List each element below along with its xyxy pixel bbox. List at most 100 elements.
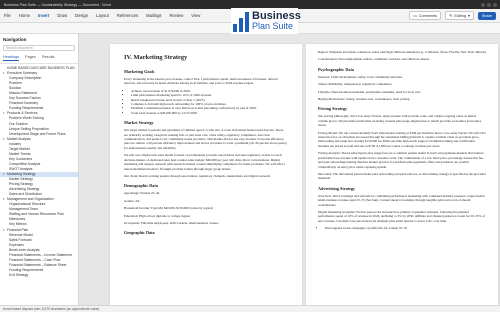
document-page-right[interactable]: Region: Suburban and urban counties in s… bbox=[306, 44, 498, 305]
status-bar: Home based daycare plan: 6,079 character… bbox=[0, 305, 500, 312]
logo-line2: Plan Suite bbox=[252, 21, 294, 31]
minimize-icon[interactable] bbox=[481, 2, 485, 7]
market-strategy-para-3: Our client: Reach working parents throug… bbox=[124, 173, 271, 178]
goals-heading: Marketing Goals bbox=[124, 69, 155, 74]
status-text: Home based daycare plan: 6,079 character… bbox=[3, 307, 100, 311]
nav-tab-headings[interactable]: Headings bbox=[3, 55, 20, 61]
nav-heading-label: Financial Statements – Income Statement bbox=[9, 252, 72, 257]
nav-heading-label: Solution bbox=[9, 86, 22, 91]
demographic-item: Occupation: Full-time employees, shift w… bbox=[124, 220, 219, 225]
nav-heading-label: Financial Statements – Balance Sheet bbox=[9, 262, 67, 267]
nav-heading-label: Funding Requirements bbox=[9, 106, 44, 111]
pricing-para-4: Discounts: The discounted plan includes … bbox=[318, 171, 486, 181]
nav-heading-label: Break-even Analysis bbox=[9, 247, 40, 252]
window-title: Business Plan Suite — Sustainability Str… bbox=[4, 2, 111, 7]
nav-heading-item[interactable]: Exit Strategy bbox=[0, 273, 78, 278]
navigation-search-input[interactable]: Search document bbox=[3, 45, 75, 51]
nav-heading-label: Unique Selling Proposition bbox=[9, 126, 49, 131]
advertising-heading: Advertising Strategy bbox=[318, 185, 356, 191]
nav-heading-label: Mission Statement bbox=[9, 91, 37, 96]
nav-heading-label: Marketing Strategy bbox=[7, 171, 36, 176]
advertising-para-2: Digital marketing strategies: Precise pa… bbox=[318, 209, 486, 223]
advertising-para-1: Overview: Drive bookings and referrals b… bbox=[318, 193, 485, 207]
nav-heading-label: Development Stage and Future Plans bbox=[9, 131, 66, 136]
ribbon-tabs: File Home Insert Draw Design Layout References… bbox=[4, 13, 208, 18]
section-heading: IV. Marketing Strategy bbox=[124, 54, 188, 61]
nav-heading-label: Milestones bbox=[9, 217, 26, 222]
pricing-para-1: Our pricing philosophy: drive low entry … bbox=[318, 114, 482, 128]
close-icon[interactable] bbox=[493, 2, 497, 7]
editing-label: Editing bbox=[454, 13, 466, 18]
goals-list: Achieve total revenue of $1,079,000 in 2… bbox=[131, 89, 288, 115]
demographic-item: Age Range: Parents 25–44 bbox=[124, 191, 160, 196]
nav-heading-label: Organizational Structure bbox=[9, 202, 46, 207]
psychographic-item: Buying Motivations: Safety, licensed car… bbox=[318, 97, 410, 102]
market-strategy-para-2: We will run a high-touch sales model foc… bbox=[124, 153, 286, 171]
psychographic-list: Interests: Child development, safety, lo… bbox=[318, 75, 486, 102]
market-strategy-para-1: Our target market is parents and guardia… bbox=[124, 128, 287, 150]
ribbon-tab-design[interactable]: Design bbox=[75, 13, 88, 18]
pricing-heading: Pricing Strategy bbox=[318, 106, 348, 112]
share-label: Share bbox=[481, 13, 492, 18]
nav-heading-label: Executive Summary bbox=[7, 71, 38, 76]
nav-heading-label: Exit Strategy bbox=[9, 272, 29, 277]
ribbon-tab-layout[interactable]: Layout bbox=[96, 13, 109, 18]
logo-bars-icon bbox=[233, 10, 249, 32]
goals-intro: Every marketing in the launch-year reven… bbox=[124, 77, 278, 86]
nav-heading-label: Expenses bbox=[9, 242, 24, 247]
nav-heading-label: Management and Organization bbox=[7, 197, 54, 202]
nav-heading-label: SWOT Analysis bbox=[9, 166, 33, 171]
comment-icon: ▭ bbox=[413, 14, 417, 18]
nav-heading-label: Market Strategy bbox=[9, 177, 33, 182]
chevron-down-icon: ▾ bbox=[467, 14, 470, 18]
nav-heading-label: Products & Services bbox=[7, 111, 38, 116]
nav-tab-results[interactable]: Results bbox=[42, 55, 55, 61]
maximize-icon[interactable] bbox=[487, 2, 491, 7]
ribbon-tab-file[interactable]: File bbox=[4, 13, 11, 18]
concentration-text: Concentration: Near employment centers, … bbox=[318, 57, 430, 62]
comments-label: Comments bbox=[418, 13, 438, 18]
pricing-para-2: Pricing Model: We run a tiered monthly S… bbox=[318, 130, 486, 148]
nav-heading-label: HOME BASED DAYCARE BUSINESS PLAN bbox=[7, 66, 75, 70]
ribbon-tab-references[interactable]: References bbox=[117, 13, 138, 18]
pencil-icon: ✎ bbox=[449, 14, 453, 18]
comments-button[interactable]: ▭ Comments bbox=[409, 11, 442, 20]
brand-logo: Business Plan Suite bbox=[231, 8, 301, 34]
ribbon-tab-draw[interactable]: Draw bbox=[57, 13, 67, 18]
demographic-item: Gender: All bbox=[124, 198, 140, 203]
nav-heading-label: Competitive Analysis bbox=[9, 161, 41, 166]
nav-heading-label: Financial Summary bbox=[9, 101, 39, 106]
demographic-list: Age Range: Parents 25–44 Gender: All House… bbox=[124, 191, 288, 225]
ribbon-tab-view[interactable]: View bbox=[191, 13, 200, 18]
psychographic-item: Lifestyle: Dual-income households, predi… bbox=[318, 89, 421, 94]
advertising-item: Run targeted social campaigns on platfor… bbox=[325, 226, 486, 230]
navigation-tabs: Headings Pages Results bbox=[0, 52, 78, 64]
nav-heading-label: Our Solution bbox=[9, 121, 28, 126]
demographic-item: Education: High school diploma to colleg… bbox=[124, 213, 191, 218]
ribbon-actions: ▭ Comments ✎ Editing ▾ Share bbox=[409, 11, 496, 20]
share-button[interactable]: Share bbox=[477, 11, 496, 20]
ribbon-tab-mailings[interactable]: Mailings bbox=[146, 13, 161, 18]
ribbon-tab-insert[interactable]: Insert bbox=[38, 13, 49, 18]
nav-heading-label: Funding Requirements bbox=[9, 267, 44, 272]
navigation-title: Navigation bbox=[3, 37, 27, 42]
nav-heading-label: Management Team bbox=[9, 207, 38, 212]
nav-heading-label: Industry bbox=[9, 141, 22, 146]
nav-heading-label: Market Analysis bbox=[7, 136, 31, 141]
nav-heading-label: Key Metrics bbox=[9, 222, 27, 227]
document-canvas[interactable]: IV. Marketing Strategy Marketing Goals E… bbox=[80, 34, 500, 305]
nav-heading-label: Company Description bbox=[9, 76, 42, 81]
ribbon-tab-review[interactable]: Review bbox=[170, 13, 184, 18]
window-controls bbox=[481, 2, 497, 7]
document-page-left[interactable]: IV. Marketing Strategy Marketing Goals E… bbox=[110, 44, 302, 305]
ribbon-tab-home[interactable]: Home bbox=[19, 13, 30, 18]
nav-tab-pages[interactable]: Pages bbox=[25, 55, 36, 61]
navigation-heading-list: HOME BASED DAYCARE BUSINESS PLAN ▾ Executi… bbox=[0, 64, 78, 278]
nav-heading-label: Revenue Model bbox=[9, 232, 33, 237]
nav-heading-label: Key Success Factors bbox=[9, 96, 41, 101]
editing-button[interactable]: ✎ Editing ▾ bbox=[445, 11, 474, 20]
nav-heading-label: Target Market bbox=[9, 146, 30, 151]
nav-heading-label: Problem bbox=[9, 81, 22, 86]
nav-heading-label: Problem Worth Solving bbox=[9, 116, 44, 121]
demographic-heading: Demographic Data bbox=[124, 183, 158, 189]
